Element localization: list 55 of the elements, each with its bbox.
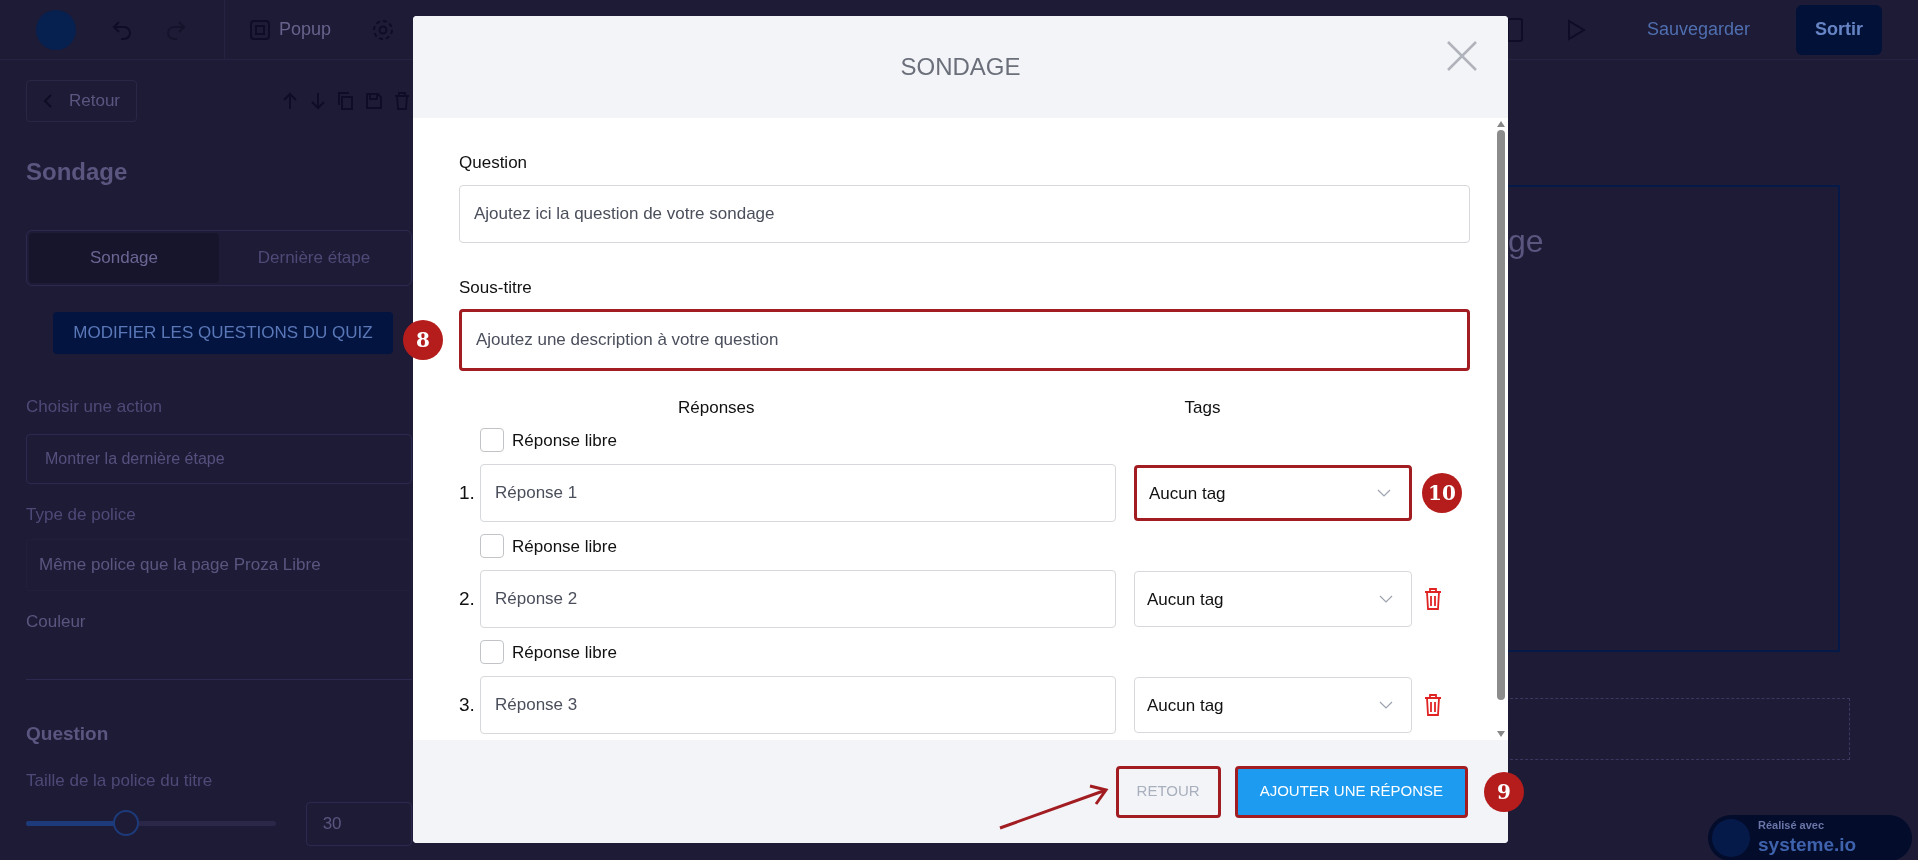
panel-title: Sondage xyxy=(26,157,129,187)
action-select[interactable]: Montrer la dernière étape xyxy=(26,433,412,484)
chevron-down-icon xyxy=(1379,595,1393,604)
trash-icon[interactable] xyxy=(1424,588,1442,611)
field-label: Type de police xyxy=(26,503,137,526)
size-input[interactable]: 30 xyxy=(305,801,412,846)
logo-icon[interactable] xyxy=(36,9,76,50)
tab[interactable]: Dernière étape xyxy=(219,233,409,283)
step-number-badge: 8 xyxy=(403,319,443,360)
powered-by-badge[interactable]: Réalisé avec systeme.io xyxy=(1708,815,1912,860)
section-title: Question xyxy=(26,721,110,746)
field-label: Couleur xyxy=(26,611,87,633)
font-select[interactable]: Même police que la page Proza Libre xyxy=(26,539,412,591)
save-button[interactable]: Sauvegarder xyxy=(1638,16,1758,43)
field-label: Sous-titre xyxy=(459,277,533,300)
answer-field[interactable]: Réponse 1 xyxy=(480,464,1116,523)
subtitle-field[interactable]: Ajoutez une description à votre question xyxy=(459,308,1470,371)
badge-brand: systeme.io xyxy=(1758,833,1857,857)
column-header: Tags xyxy=(1184,396,1221,419)
trash-icon[interactable] xyxy=(1424,694,1442,717)
answer-field[interactable]: Réponse 2 xyxy=(480,570,1116,629)
field-label: Taille de la police du titre xyxy=(26,770,214,792)
tag-select[interactable]: Aucun tag xyxy=(1134,571,1412,628)
answer-number: 1. xyxy=(459,481,476,505)
close-icon[interactable] xyxy=(1446,40,1478,72)
column-header: Réponses xyxy=(678,396,755,419)
step-number-badge: 10 xyxy=(1422,473,1462,514)
tag-select[interactable]: Aucun tag xyxy=(1134,677,1412,734)
answer-field[interactable]: Réponse 3 xyxy=(480,676,1116,735)
badge-caption: Réalisé avec xyxy=(1758,819,1826,833)
tab[interactable]: Sondage xyxy=(29,233,219,283)
edit-quiz-button[interactable]: MODIFIER LES QUESTIONS DU QUIZ xyxy=(53,312,393,354)
checkbox-label: Réponse libre xyxy=(512,641,617,664)
step-number-badge: 9 xyxy=(1484,771,1524,812)
back-button[interactable]: Retour xyxy=(26,80,138,122)
checkbox[interactable] xyxy=(480,534,504,559)
checkbox-label: Réponse libre xyxy=(512,535,617,558)
field-label: Choisir une action xyxy=(26,396,164,418)
chevron-down-icon xyxy=(1379,701,1393,710)
popup-tab[interactable]: Popup xyxy=(279,16,332,43)
question-field[interactable]: Ajoutez ici la question de votre sondage xyxy=(459,185,1470,244)
preview-heading: ge xyxy=(1508,223,1544,259)
answer-number: 2. xyxy=(459,587,476,611)
answer-number: 3. xyxy=(459,693,476,717)
checkbox[interactable] xyxy=(480,428,504,453)
add-answer-button[interactable]: AJOUTER UNE RÉPONSE xyxy=(1234,765,1468,818)
dialog-title: SONDAGE xyxy=(900,51,1021,82)
logo-icon xyxy=(1712,819,1750,857)
slider-thumb[interactable] xyxy=(112,810,139,836)
checkbox-label: Réponse libre xyxy=(512,429,617,452)
checkbox[interactable] xyxy=(480,640,504,665)
tag-select[interactable]: Aucun tag xyxy=(1134,465,1412,522)
chevron-down-icon xyxy=(1377,489,1391,498)
exit-button[interactable]: Sortir xyxy=(1796,4,1882,55)
field-label: Question xyxy=(459,151,529,174)
